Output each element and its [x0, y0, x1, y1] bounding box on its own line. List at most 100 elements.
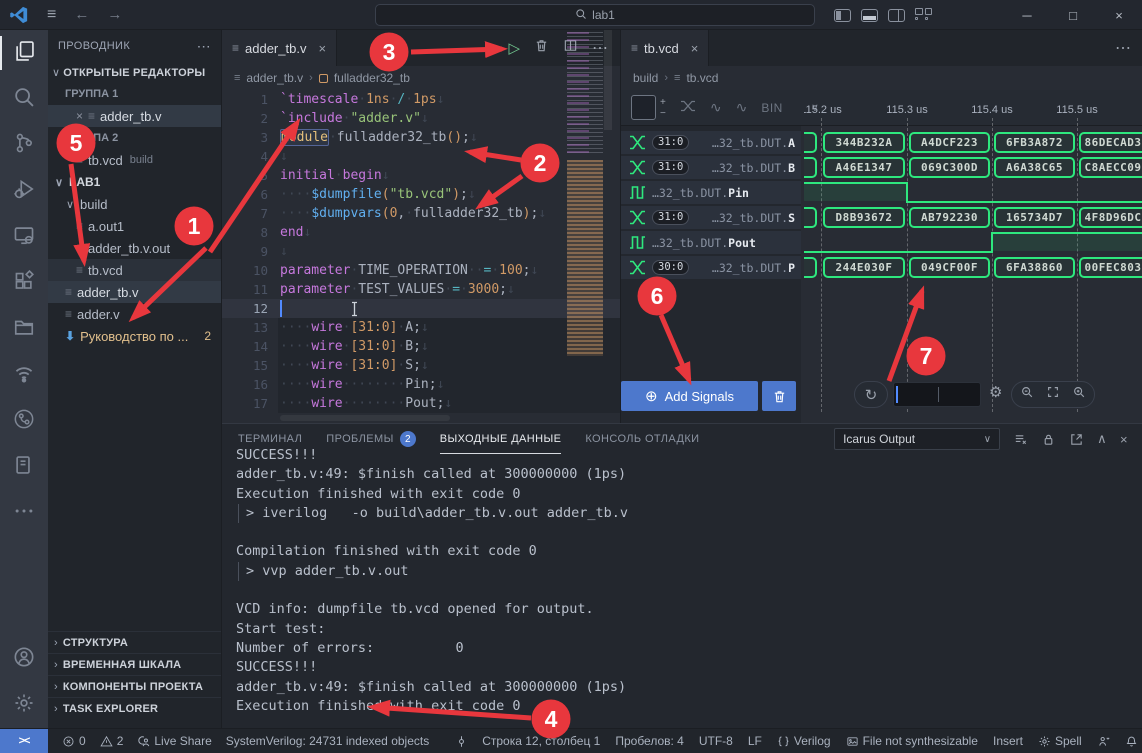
activity-notebook[interactable] [0, 444, 48, 490]
time-input[interactable] [893, 382, 981, 407]
lock-icon[interactable] [1041, 432, 1056, 447]
signal-row-A[interactable]: 31:0…32_tb.DUT.A [621, 131, 801, 154]
reload-button[interactable]: ↻ [854, 381, 888, 408]
wave-settings-icon[interactable]: ⚙ [989, 383, 1002, 401]
toggle-sidebar-icon[interactable] [834, 9, 851, 22]
explorer-item-build[interactable]: ∨build [48, 193, 221, 215]
status-encoding[interactable]: UTF-8 [699, 734, 733, 748]
toggle-panel-icon[interactable] [861, 9, 878, 22]
status-feedback[interactable] [1097, 735, 1110, 748]
code-line-5[interactable]: 5initial·begin↓ [222, 166, 620, 185]
close-button[interactable]: × [1096, 0, 1142, 30]
section-task-explorer[interactable]: ›TASK EXPLORER [48, 697, 221, 719]
wave-breadcrumb[interactable]: build › ≡ tb.vcd [621, 66, 1142, 90]
status-warnings[interactable]: 2 [100, 734, 124, 748]
zoom-in-icon[interactable] [1072, 385, 1086, 404]
explorer-more-icon[interactable]: ⋯ [197, 38, 211, 55]
explorer-item-adder_tb.v[interactable]: ×≡adder_tb.v [48, 105, 221, 127]
activity-wireless[interactable] [0, 352, 48, 398]
activity-extensions[interactable] [0, 260, 48, 306]
explorer-item-Руководство-по-...[interactable]: ⬇Руководство по ...2 [48, 325, 221, 347]
status-language-mode[interactable]: Verilog [777, 734, 831, 748]
tab-adder-tb[interactable]: ≡ adder_tb.v × [222, 30, 337, 66]
status-live-share[interactable]: Live Share [137, 734, 211, 748]
open-editors-section[interactable]: ∨ ОТКРЫТЫЕ РЕДАКТОРЫ [48, 62, 221, 83]
run-button[interactable]: ▷ [508, 39, 520, 57]
code-line-10[interactable]: 10parameter·TIME_OPERATION··=·100;↓ [222, 261, 620, 280]
activity-account[interactable] [0, 636, 48, 682]
status-indentation[interactable]: Пробелов: 4 [615, 734, 684, 748]
increase-icon[interactable]: + [660, 97, 666, 108]
maximize-button[interactable]: □ [1050, 0, 1096, 30]
radix-select[interactable]: BIN [761, 101, 783, 115]
status-eol[interactable]: LF [748, 734, 762, 748]
command-search-input[interactable]: lab1 [375, 4, 815, 26]
explorer-item-adder_tb.v.out[interactable]: ≡adder_tb.v.out [48, 237, 221, 259]
status-insert-mode[interactable]: Insert [993, 734, 1023, 748]
toggle-secondary-sidebar-icon[interactable] [888, 9, 905, 22]
close-editor-icon[interactable]: × [76, 109, 83, 123]
zoom-fit-icon[interactable] [1046, 385, 1060, 404]
minimap[interactable] [565, 30, 612, 423]
status-commit-indicator[interactable] [455, 735, 468, 748]
code-line-14[interactable]: 14····wire·[31:0]·B;↓ [222, 337, 620, 356]
code-line-12[interactable]: 12 [222, 299, 620, 318]
explorer-item-tb.vcd[interactable]: ≡tb.vcdbuild [48, 149, 221, 171]
minimize-button[interactable]: ─ [1004, 0, 1050, 30]
waveform-canvas[interactable]: 115.2 us115.3 us115.4 us115.5 us344B232A… [804, 92, 1142, 422]
section-структура[interactable]: ›СТРУКТУРА [48, 631, 221, 653]
maximize-panel-icon[interactable]: ∧ [1097, 431, 1107, 447]
activity-search[interactable] [0, 76, 48, 122]
code-line-16[interactable]: 16····wire········Pin;↓ [222, 375, 620, 394]
code-line-11[interactable]: 11parameter·TEST_VALUES·=·3000;↓ [222, 280, 620, 299]
explorer-item-adder_tb.v[interactable]: ≡adder_tb.v [48, 281, 221, 303]
code-line-2[interactable]: 2`include·"adder.v"↓ [222, 109, 620, 128]
bus-format-icon[interactable] [680, 98, 696, 117]
status-spell[interactable]: Spell [1038, 734, 1082, 748]
code-line-17[interactable]: 17····wire········Pout;↓ [222, 394, 620, 413]
tab-tb-vcd[interactable]: ≡ tb.vcd × [621, 30, 709, 66]
code-line-13[interactable]: 13····wire·[31:0]·A;↓ [222, 318, 620, 337]
breadcrumb[interactable]: ≡ adder_tb.v › fulladder32_tb [222, 66, 620, 90]
remote-indicator[interactable]: >< [0, 729, 48, 753]
menu-icon[interactable]: ≡ [47, 6, 56, 24]
signal-row-Pout[interactable]: …32_tb.DUT.Pout [621, 231, 801, 254]
code-area[interactable]: 1`timescale·1ns·/·1ps↓2`include·"adder.v… [222, 90, 620, 423]
add-signals-button[interactable]: ⊕ Add Signals [621, 381, 758, 411]
activity-git-graph[interactable] [0, 398, 48, 444]
status-cursor-position[interactable]: Строка 12, столбец 1 [482, 734, 600, 748]
tab-close-icon[interactable]: × [691, 41, 699, 56]
signal-row-Pin[interactable]: …32_tb.DUT.Pin [621, 181, 801, 204]
explorer-item-ГРУППА-2[interactable]: ГРУППА 2 [48, 127, 221, 149]
horizontal-scrollbar[interactable] [280, 415, 450, 421]
activity-folder[interactable] [0, 306, 48, 352]
explorer-item-tb.vcd[interactable]: ≡tb.vcd [48, 259, 221, 281]
code-line-7[interactable]: 7····$dumpvars(0,·fulladder32_tb);↓ [222, 204, 620, 223]
code-line-6[interactable]: 6····$dumpfile("tb.vcd");↓ [222, 185, 620, 204]
output-log[interactable]: SUCCESS!!!adder_tb.v:49: $finish called … [236, 446, 1134, 728]
more-actions-icon[interactable]: ⋯ [1115, 38, 1131, 58]
scrollbar[interactable] [604, 30, 612, 130]
activity-run-debug[interactable] [0, 168, 48, 214]
section-компоненты-проекта[interactable]: ›КОМПОНЕНТЫ ПРОЕКТА [48, 675, 221, 697]
activity-remote-explorer[interactable] [0, 214, 48, 260]
remove-signals-button[interactable] [762, 381, 796, 411]
status-notifications[interactable] [1125, 735, 1138, 748]
activity-source-control[interactable] [0, 122, 48, 168]
code-line-9[interactable]: 9↓ [222, 242, 620, 261]
back-icon[interactable]: ← [74, 6, 89, 23]
trash-icon[interactable] [534, 38, 549, 58]
customize-layout-icon[interactable] [915, 8, 932, 22]
section-временная-шкала[interactable]: ›ВРЕМЕННАЯ ШКАЛА [48, 653, 221, 675]
code-line-1[interactable]: 1`timescale·1ns·/·1ps↓ [222, 90, 620, 109]
code-line-8[interactable]: 8end↓ [222, 223, 620, 242]
code-line-3[interactable]: 3module·fulladder32_tb();↓ [222, 128, 620, 147]
status-synthesis-status[interactable]: File not synthesizable [846, 734, 978, 748]
analog-wave-icon[interactable]: ∿ [710, 99, 722, 116]
signal-row-B[interactable]: 31:0…32_tb.DUT.B [621, 156, 801, 179]
signal-row-S[interactable]: 31:0…32_tb.DUT.S [621, 206, 801, 229]
open-in-editor-icon[interactable] [1069, 432, 1084, 447]
tab-close-icon[interactable]: × [318, 41, 326, 56]
signal-row-P[interactable]: 30:0…32_tb.DUT.P [621, 256, 801, 279]
explorer-item-adder.v[interactable]: ≡adder.v [48, 303, 221, 325]
